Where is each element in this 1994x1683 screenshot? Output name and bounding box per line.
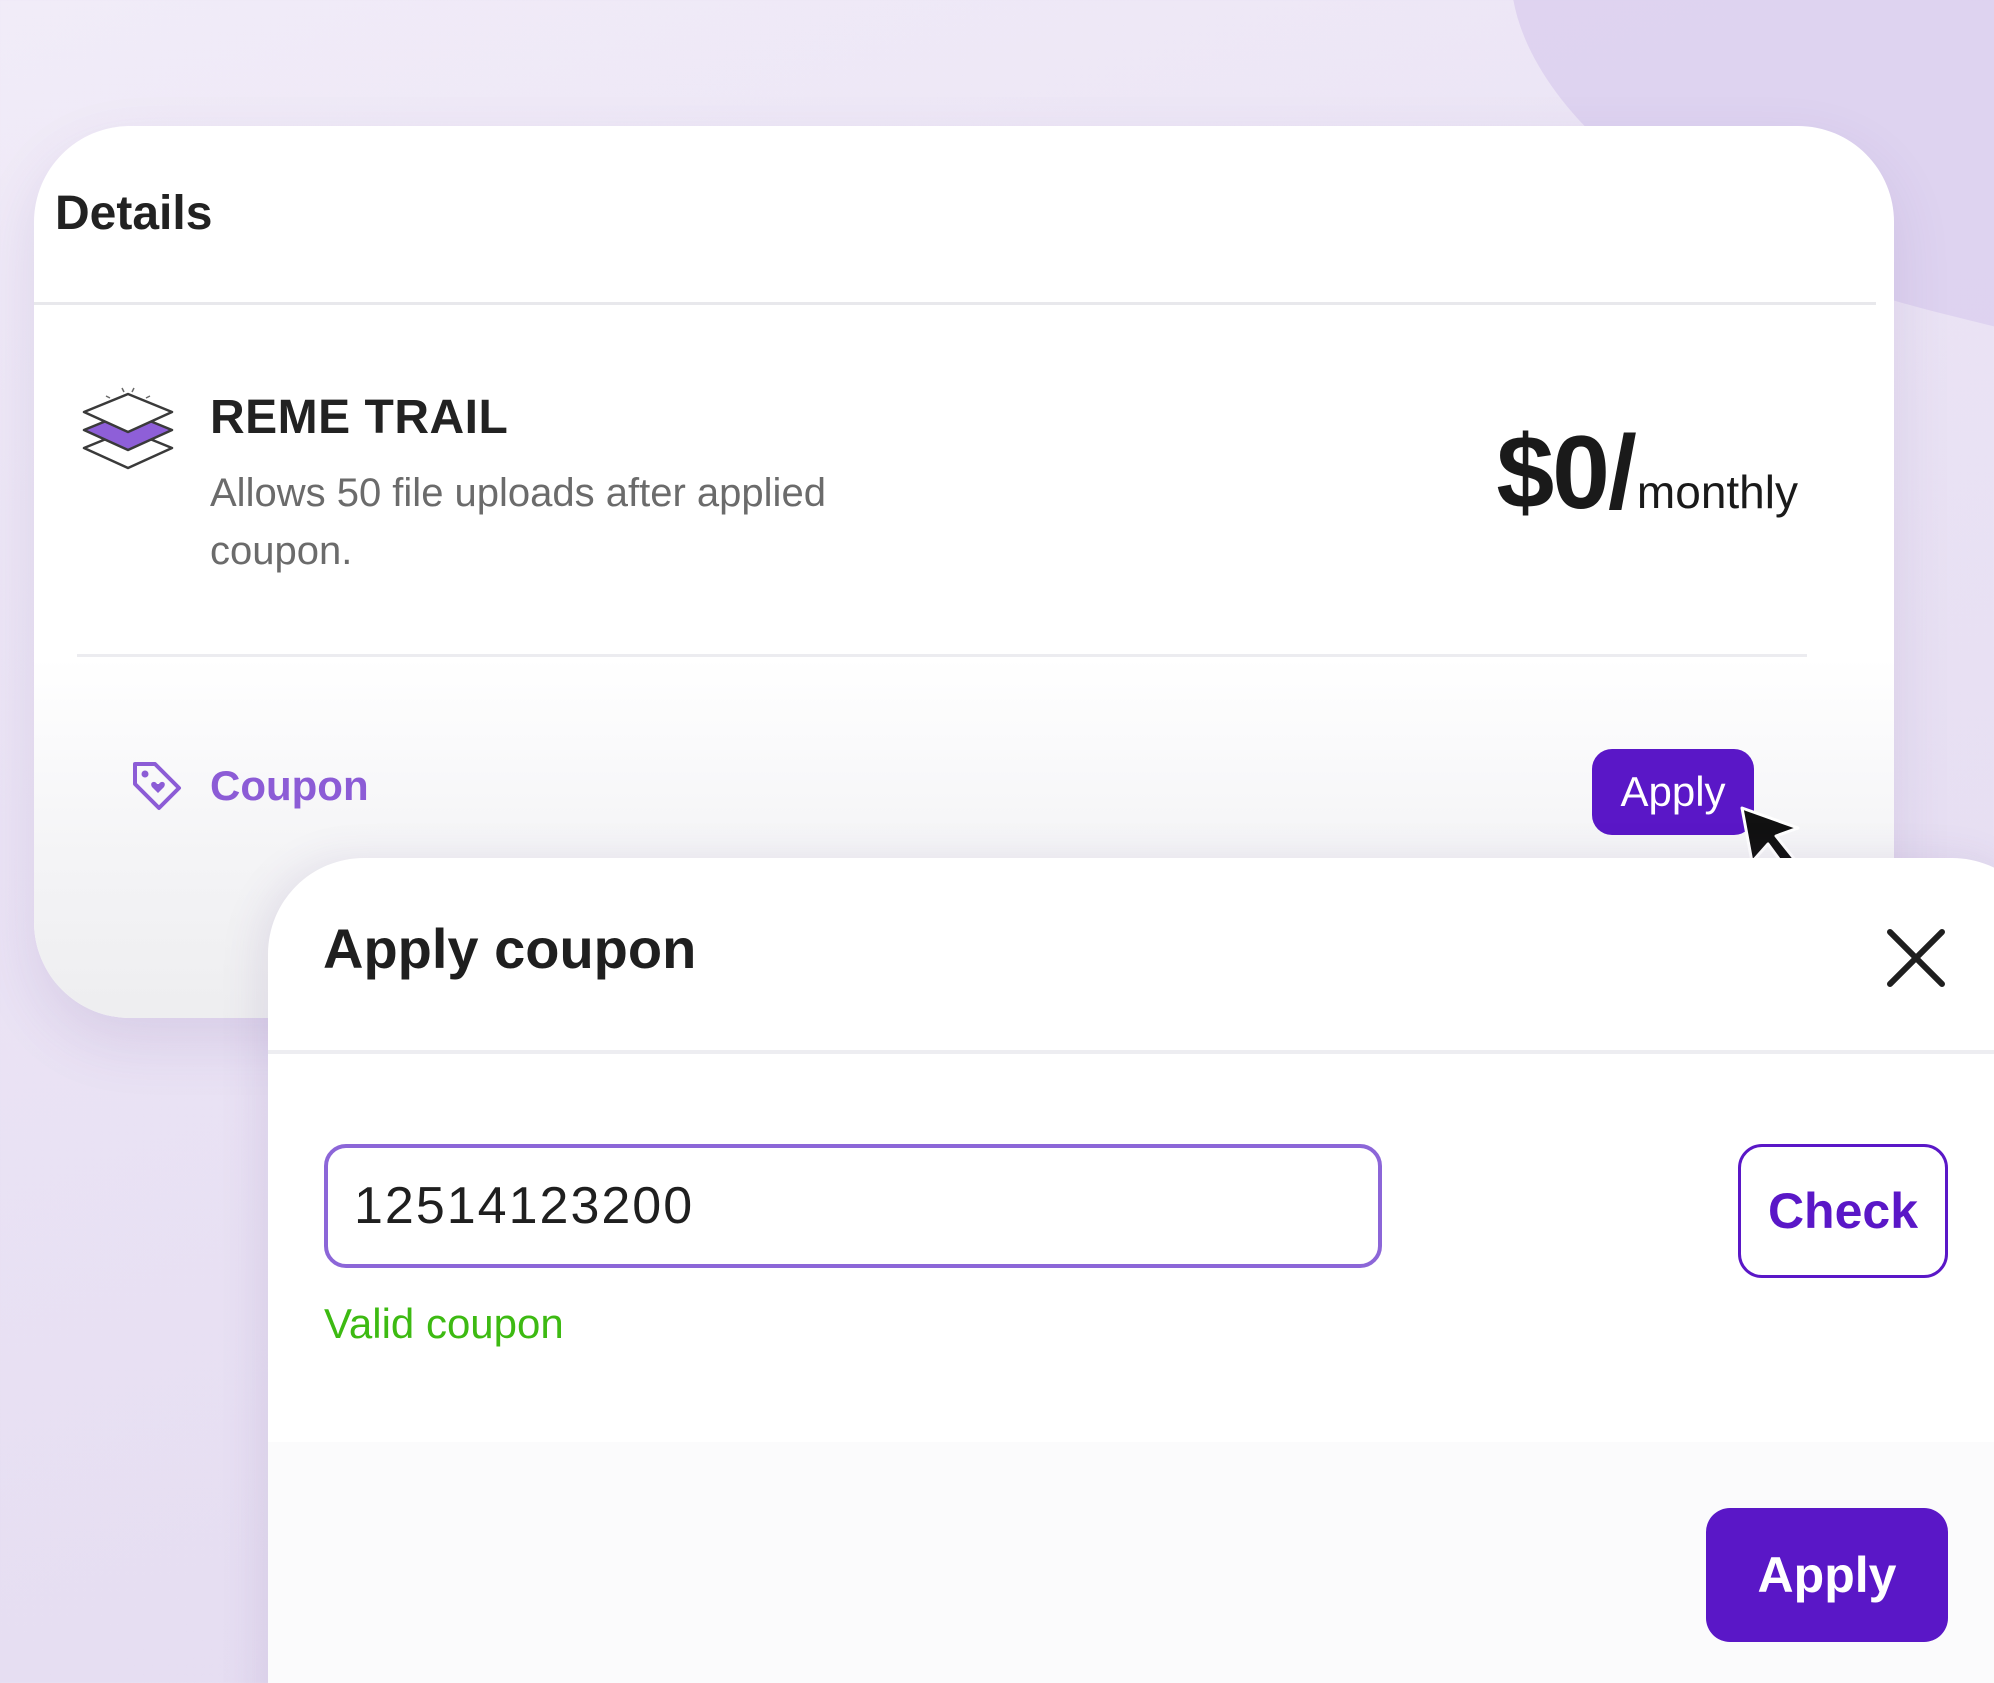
modal-title: Apply coupon — [323, 917, 697, 980]
price-period: monthly — [1636, 466, 1798, 518]
details-title: Details — [55, 187, 213, 240]
modal-divider — [268, 1050, 1994, 1054]
coupon-apply-button[interactable]: Apply — [1592, 749, 1754, 835]
coupon-label[interactable]: Coupon — [210, 762, 369, 810]
modal-apply-button[interactable]: Apply — [1706, 1508, 1948, 1642]
price-amount: $0/ — [1496, 415, 1637, 531]
check-button[interactable]: Check — [1738, 1144, 1948, 1278]
details-divider — [34, 302, 1876, 305]
layers-icon — [82, 387, 174, 470]
coupon-code-input[interactable] — [324, 1144, 1382, 1268]
plan-price: $0/monthly — [1496, 414, 1798, 533]
plan-description: Allows 50 file uploads after applied cou… — [210, 471, 826, 573]
tag-icon — [133, 762, 181, 810]
close-button[interactable] — [1872, 914, 1960, 1002]
coupon-status-message: Valid coupon — [324, 1300, 564, 1347]
close-icon — [1887, 929, 1945, 987]
apply-coupon-modal: Apply coupon Check Valid coupon Apply — [268, 858, 1994, 1683]
plan-name: REME TRAIL — [210, 391, 509, 444]
